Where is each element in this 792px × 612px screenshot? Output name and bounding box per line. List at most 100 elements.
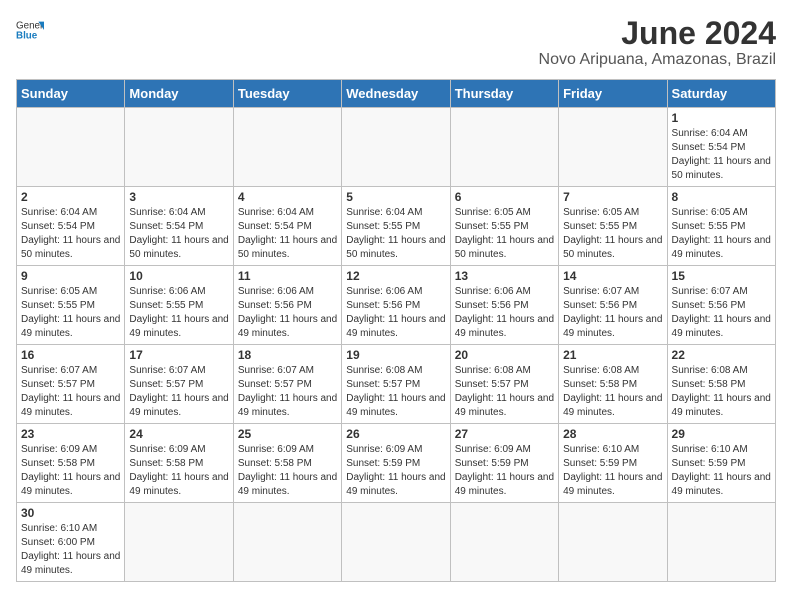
day-number: 12: [346, 269, 445, 283]
week-row-6: 30 Sunrise: 6:10 AM Sunset: 6:00 PM Dayli…: [17, 503, 776, 582]
day-headers-row: Sunday Monday Tuesday Wednesday Thursday…: [17, 80, 776, 108]
day-number: 21: [563, 348, 662, 362]
calendar-subtitle: Novo Aripuana, Amazonas, Brazil: [539, 51, 776, 69]
day-number: 18: [238, 348, 337, 362]
day-info: Sunrise: 6:08 AM Sunset: 5:57 PM Dayligh…: [455, 364, 554, 420]
day-number: 24: [129, 427, 228, 441]
week-row-5: 23Sunrise: 6:09 AM Sunset: 5:58 PM Dayli…: [17, 424, 776, 503]
calendar-cell: [667, 503, 775, 582]
day-number: 25: [238, 427, 337, 441]
day-info: Sunrise: 6:10 AM Sunset: 5:59 PM Dayligh…: [563, 443, 662, 499]
calendar-title: June 2024: [539, 16, 776, 51]
calendar-cell: 2Sunrise: 6:04 AM Sunset: 5:54 PM Daylig…: [17, 187, 125, 266]
day-info: Sunrise: 6:06 AM Sunset: 5:56 PM Dayligh…: [455, 285, 554, 341]
day-info: Sunrise: 6:09 AM Sunset: 5:58 PM Dayligh…: [21, 443, 120, 499]
day-info: Sunrise: 6:05 AM Sunset: 5:55 PM Dayligh…: [455, 206, 554, 262]
day-info: Sunrise: 6:10 AM Sunset: 5:59 PM Dayligh…: [672, 443, 771, 499]
day-number: 8: [672, 190, 771, 204]
day-number: 10: [129, 269, 228, 283]
day-info: Sunrise: 6:07 AM Sunset: 5:57 PM Dayligh…: [238, 364, 337, 420]
week-row-2: 2Sunrise: 6:04 AM Sunset: 5:54 PM Daylig…: [17, 187, 776, 266]
calendar-cell: [342, 108, 450, 187]
calendar-cell: 27 Sunrise: 6:09 AM Sunset: 5:59 PM Dayli…: [450, 424, 558, 503]
day-number: 22: [672, 348, 771, 362]
day-info: Sunrise: 6:09 AM Sunset: 5:58 PM Dayligh…: [129, 443, 228, 499]
header-monday: Monday: [125, 80, 233, 108]
day-info: Sunrise: 6:07 AM Sunset: 5:56 PM Dayligh…: [672, 285, 771, 341]
calendar-cell: [559, 108, 667, 187]
calendar-cell: 14 Sunrise: 6:07 AM Sunset: 5:56 PM Dayli…: [559, 266, 667, 345]
svg-text:Blue: Blue: [16, 30, 38, 41]
calendar-cell: 11 Sunrise: 6:06 AM Sunset: 5:56 PM Dayli…: [233, 266, 341, 345]
calendar-cell: [342, 503, 450, 582]
calendar-cell: 12Sunrise: 6:06 AM Sunset: 5:56 PM Dayli…: [342, 266, 450, 345]
calendar-cell: 13 Sunrise: 6:06 AM Sunset: 5:56 PM Dayli…: [450, 266, 558, 345]
day-info: Sunrise: 6:04 AM Sunset: 5:54 PM Dayligh…: [129, 206, 228, 262]
day-info: Sunrise: 6:05 AM Sunset: 5:55 PM Dayligh…: [21, 285, 120, 341]
day-number: 29: [672, 427, 771, 441]
day-number: 1: [672, 111, 771, 125]
day-info: Sunrise: 6:07 AM Sunset: 5:56 PM Dayligh…: [563, 285, 662, 341]
day-number: 4: [238, 190, 337, 204]
calendar-cell: 5Sunrise: 6:04 AM Sunset: 5:55 PM Daylig…: [342, 187, 450, 266]
calendar-cell: [450, 503, 558, 582]
day-info: Sunrise: 6:08 AM Sunset: 5:57 PM Dayligh…: [346, 364, 445, 420]
day-info: Sunrise: 6:06 AM Sunset: 5:55 PM Dayligh…: [129, 285, 228, 341]
calendar-cell: [233, 503, 341, 582]
day-info: Sunrise: 6:09 AM Sunset: 5:58 PM Dayligh…: [238, 443, 337, 499]
calendar-cell: 20 Sunrise: 6:08 AM Sunset: 5:57 PM Dayli…: [450, 345, 558, 424]
day-info: Sunrise: 6:04 AM Sunset: 5:54 PM Dayligh…: [672, 127, 771, 183]
day-info: Sunrise: 6:10 AM Sunset: 6:00 PM Dayligh…: [21, 522, 120, 578]
calendar-cell: 24 Sunrise: 6:09 AM Sunset: 5:58 PM Dayli…: [125, 424, 233, 503]
header-wednesday: Wednesday: [342, 80, 450, 108]
day-number: 13: [455, 269, 554, 283]
day-info: Sunrise: 6:06 AM Sunset: 5:56 PM Dayligh…: [238, 285, 337, 341]
week-row-4: 16 Sunrise: 6:07 AM Sunset: 5:57 PM Dayli…: [17, 345, 776, 424]
title-area: June 2024 Novo Aripuana, Amazonas, Brazi…: [539, 16, 776, 69]
calendar-cell: 23Sunrise: 6:09 AM Sunset: 5:58 PM Dayli…: [17, 424, 125, 503]
calendar-cell: 30 Sunrise: 6:10 AM Sunset: 6:00 PM Dayli…: [17, 503, 125, 582]
calendar-cell: 4Sunrise: 6:04 AM Sunset: 5:54 PM Daylig…: [233, 187, 341, 266]
day-number: 14: [563, 269, 662, 283]
day-info: Sunrise: 6:04 AM Sunset: 5:55 PM Dayligh…: [346, 206, 445, 262]
calendar-cell: [233, 108, 341, 187]
page-header: General Blue June 2024 Novo Aripuana, Am…: [16, 16, 776, 69]
day-number: 6: [455, 190, 554, 204]
day-number: 19: [346, 348, 445, 362]
week-row-1: 1 Sunrise: 6:04 AM Sunset: 5:54 PM Daylig…: [17, 108, 776, 187]
calendar-cell: [125, 503, 233, 582]
calendar-cell: 6 Sunrise: 6:05 AM Sunset: 5:55 PM Daylig…: [450, 187, 558, 266]
calendar-cell: 26Sunrise: 6:09 AM Sunset: 5:59 PM Dayli…: [342, 424, 450, 503]
day-number: 11: [238, 269, 337, 283]
day-info: Sunrise: 6:07 AM Sunset: 5:57 PM Dayligh…: [129, 364, 228, 420]
calendar-cell: 3 Sunrise: 6:04 AM Sunset: 5:54 PM Daylig…: [125, 187, 233, 266]
calendar-cell: 16Sunrise: 6:07 AM Sunset: 5:57 PM Dayli…: [17, 345, 125, 424]
day-number: 17: [129, 348, 228, 362]
calendar-cell: [125, 108, 233, 187]
day-number: 7: [563, 190, 662, 204]
day-info: Sunrise: 6:08 AM Sunset: 5:58 PM Dayligh…: [672, 364, 771, 420]
header-tuesday: Tuesday: [233, 80, 341, 108]
week-row-3: 9Sunrise: 6:05 AM Sunset: 5:55 PM Daylig…: [17, 266, 776, 345]
calendar-cell: 19 Sunrise: 6:08 AM Sunset: 5:57 PM Dayli…: [342, 345, 450, 424]
day-number: 26: [346, 427, 445, 441]
day-number: 3: [129, 190, 228, 204]
header-sunday: Sunday: [17, 80, 125, 108]
generalblue-logo-icon: General Blue: [16, 16, 44, 44]
day-number: 16: [21, 348, 120, 362]
day-number: 30: [21, 506, 120, 520]
day-info: Sunrise: 6:09 AM Sunset: 5:59 PM Dayligh…: [455, 443, 554, 499]
day-info: Sunrise: 6:04 AM Sunset: 5:54 PM Dayligh…: [21, 206, 120, 262]
calendar-cell: [17, 108, 125, 187]
calendar-cell: [559, 503, 667, 582]
day-info: Sunrise: 6:05 AM Sunset: 5:55 PM Dayligh…: [672, 206, 771, 262]
day-number: 27: [455, 427, 554, 441]
calendar-cell: 9Sunrise: 6:05 AM Sunset: 5:55 PM Daylig…: [17, 266, 125, 345]
calendar-header: Sunday Monday Tuesday Wednesday Thursday…: [17, 80, 776, 108]
calendar-body: 1 Sunrise: 6:04 AM Sunset: 5:54 PM Daylig…: [17, 108, 776, 582]
header-friday: Friday: [559, 80, 667, 108]
calendar-cell: 7Sunrise: 6:05 AM Sunset: 5:55 PM Daylig…: [559, 187, 667, 266]
day-number: 20: [455, 348, 554, 362]
day-number: 15: [672, 269, 771, 283]
calendar-cell: [450, 108, 558, 187]
